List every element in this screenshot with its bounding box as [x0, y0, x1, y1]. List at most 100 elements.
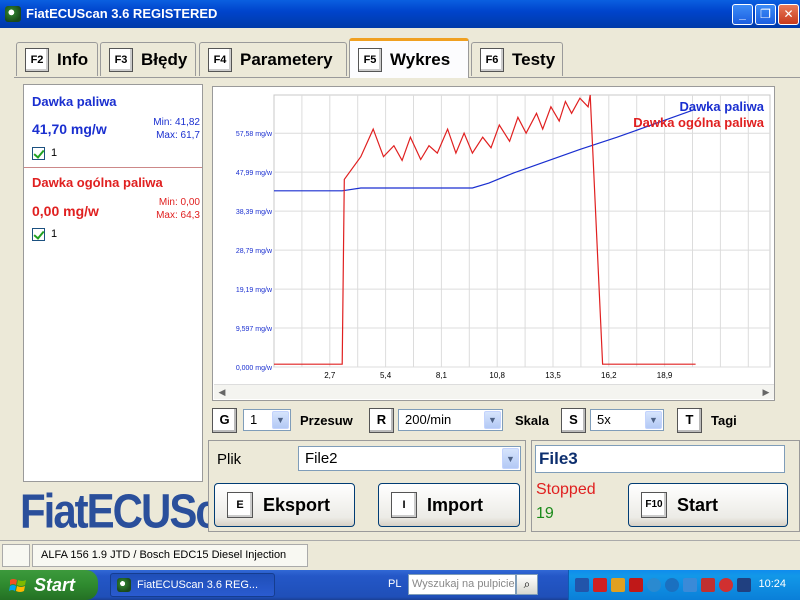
taskbar-app-button[interactable]: FiatECUScan 3.6 REG... [110, 573, 275, 597]
x-tick-label: 16,2 [601, 371, 617, 380]
signal-max: Max: 61,7 [156, 130, 200, 141]
taskbar-app-label: FiatECUScan 3.6 REG... [137, 579, 259, 591]
r-key-button[interactable]: R [369, 408, 394, 433]
updates-icon[interactable] [611, 578, 625, 592]
export-button[interactable]: E Eksport [214, 483, 355, 527]
signal-divider [24, 167, 202, 168]
window-title: FiatECUScan 3.6 REGISTERED [26, 6, 218, 21]
tab-label: Testy [512, 49, 556, 69]
r-select[interactable]: 200/min ▼ [398, 409, 503, 431]
s-select[interactable]: 5x ▼ [590, 409, 664, 431]
f6-key-icon: F6 [480, 47, 504, 72]
f10-key-icon: F10 [641, 492, 667, 518]
signal-max: Max: 64,3 [156, 210, 200, 221]
maximize-button[interactable]: ❐ [755, 4, 776, 25]
import-label: Import [427, 494, 483, 515]
f2-key-icon: F2 [25, 47, 49, 72]
chevron-down-icon[interactable]: ▼ [272, 411, 289, 429]
log-file-input[interactable]: File3 [535, 445, 785, 473]
tab-testy[interactable]: F6 Testy [471, 42, 563, 76]
x-tick-label: 18,9 [657, 371, 673, 380]
scroll-left-icon[interactable]: ◀ [216, 387, 228, 398]
przesuw-label: Przesuw [300, 413, 353, 428]
f4-key-icon: F4 [208, 47, 232, 72]
ati-icon[interactable] [629, 578, 643, 592]
shield-icon[interactable] [719, 578, 733, 592]
g-select[interactable]: 1 ▼ [243, 409, 291, 431]
y-tick-label: 38,39 mg/w [236, 209, 273, 216]
status-cell-empty [2, 544, 30, 567]
line-chart: 57,58 mg/w 47,99 mg/w 38,39 mg/w 28,79 mg/w… [236, 94, 771, 380]
plot-area [273, 94, 771, 368]
chevron-down-icon[interactable]: ▼ [645, 411, 662, 429]
security-icon[interactable] [593, 578, 607, 592]
g-select-value: 1 [250, 412, 258, 427]
star-icon[interactable] [737, 578, 751, 592]
start-menu-button[interactable]: Start [0, 570, 98, 600]
export-label: Eksport [263, 494, 331, 515]
chevron-down-icon[interactable]: ▼ [502, 448, 519, 469]
x-tick-label: 2,7 [324, 371, 336, 380]
s-select-value: 5x [597, 412, 611, 427]
signal-min: Min: 41,82 [153, 117, 200, 128]
y-tick-label: 0,000 mg/w [236, 365, 273, 372]
taskbar: Start FiatECUScan 3.6 REG... PL Wyszukaj… [0, 570, 800, 600]
tagi-label: Tagi [711, 413, 737, 428]
search-tray-icon[interactable] [665, 578, 679, 592]
chart-panel[interactable]: 57,58 mg/w 47,99 mg/w 38,39 mg/w 28,79 mg/w… [212, 86, 775, 401]
start-label: Start [34, 575, 76, 595]
s-key-button[interactable]: S [561, 408, 586, 433]
chart-scrollbar[interactable]: ◀ ▶ [214, 384, 774, 399]
tab-label: Wykres [390, 49, 451, 69]
vehicle-info: ALFA 156 1.9 JTD / Bosch EDC15 Diesel In… [32, 544, 308, 582]
close-button[interactable]: ✕ [778, 4, 799, 25]
tab-parametery[interactable]: F4 Parametery [199, 42, 347, 76]
y-tick-label: 19,19 mg/w [236, 287, 273, 294]
t-key-button[interactable]: T [677, 408, 702, 433]
legend-entry: Dawka paliwa [679, 99, 764, 114]
tab-info[interactable]: F2 Info [16, 42, 98, 76]
audio-icon[interactable] [647, 578, 661, 592]
y-tick-label: 47,99 mg/w [236, 170, 273, 177]
app-icon [117, 578, 131, 592]
bluetooth-icon[interactable] [683, 578, 697, 592]
x-tick-label: 13,5 [545, 371, 561, 380]
wireless-icon[interactable] [701, 578, 715, 592]
signal-min: Min: 0,00 [158, 197, 200, 208]
skala-label: Skala [515, 413, 549, 428]
minimize-button[interactable]: _ [732, 4, 753, 25]
x-tick-label: 5,4 [380, 371, 392, 380]
tab-bledy[interactable]: F3 Błędy [100, 42, 196, 76]
plik-select-value: File2 [305, 450, 338, 467]
title-bar[interactable]: FiatECUScan 3.6 REGISTERED _ ❐ ✕ [0, 0, 800, 28]
signal-checkbox[interactable] [32, 228, 45, 241]
scroll-right-icon[interactable]: ▶ [760, 387, 772, 398]
tab-label: Błędy [141, 49, 188, 69]
i-key-icon: I [391, 492, 417, 518]
search-icon[interactable]: ⌕ [516, 574, 538, 595]
signal-checkbox[interactable] [32, 147, 45, 160]
tab-label: Info [57, 49, 89, 69]
signal-value: 0,00 mg/w [32, 203, 99, 219]
language-indicator[interactable]: PL [388, 578, 401, 590]
g-key-button[interactable]: G [212, 408, 237, 433]
log-status: Stopped [536, 481, 596, 498]
plik-label: Plik [217, 451, 242, 468]
plik-select[interactable]: File2 ▼ [298, 446, 521, 471]
tab-label: Parametery [240, 49, 333, 69]
signal-checkbox-label: 1 [51, 147, 58, 159]
app-icon [5, 6, 21, 22]
chevron-down-icon[interactable]: ▼ [484, 411, 501, 429]
network-icon[interactable] [575, 578, 589, 592]
import-button[interactable]: I Import [378, 483, 520, 527]
signal-list: Dawka paliwa 41,70 mg/w Min: 41,82 Max: … [23, 84, 203, 482]
start-button[interactable]: F10 Start [628, 483, 788, 527]
y-tick-label: 57,58 mg/w [236, 131, 273, 138]
desktop-search-input[interactable]: Wyszukaj na pulpicie [408, 574, 516, 595]
y-tick-label: 9,597 mg/w [236, 326, 273, 333]
signal-name: Dawka paliwa [32, 94, 117, 109]
log-count: 19 [536, 505, 554, 522]
f3-key-icon: F3 [109, 47, 133, 72]
signal-checkbox-label: 1 [51, 228, 58, 240]
tab-wykres[interactable]: F5 Wykres [349, 38, 469, 78]
